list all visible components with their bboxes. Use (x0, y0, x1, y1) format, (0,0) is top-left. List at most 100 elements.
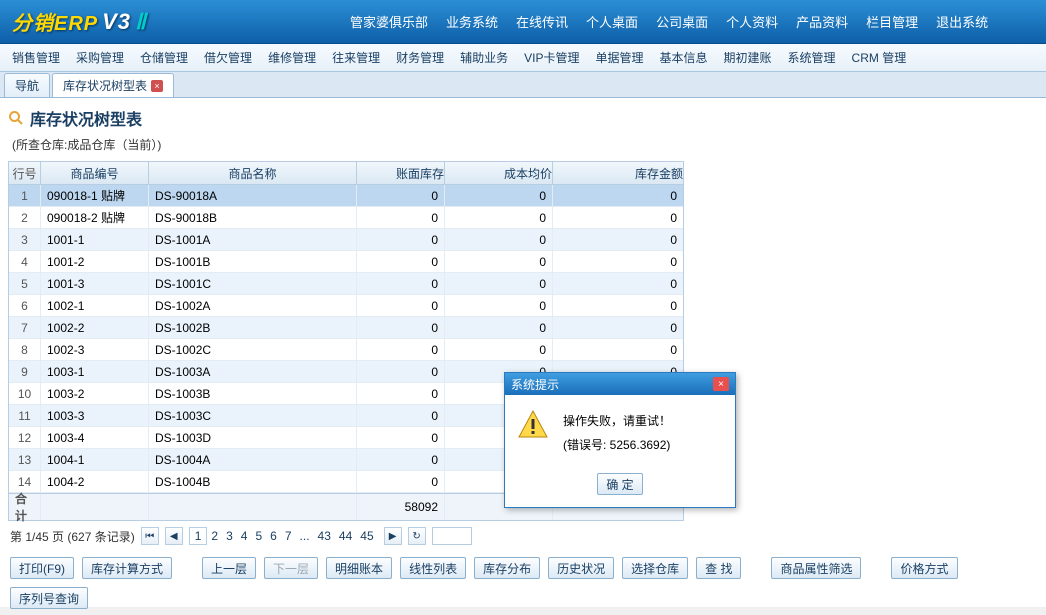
col-qty[interactable]: 账面库存 (357, 162, 445, 184)
table-row[interactable]: 71002-2DS-1002B000 (9, 317, 683, 339)
dialog-titlebar[interactable]: 系统提示 × (505, 373, 735, 395)
topnav-item[interactable]: 管家婆俱乐部 (350, 12, 428, 31)
find-button[interactable]: 查 找 (696, 557, 741, 579)
topnav-item[interactable]: 产品资料 (796, 12, 848, 31)
cell: 1003-1 (41, 361, 149, 382)
pager-refresh[interactable]: ↻ (408, 527, 426, 545)
menu-item[interactable]: 辅助业务 (460, 49, 508, 66)
menu-item[interactable]: 单据管理 (595, 49, 643, 66)
calc-method-button[interactable]: 库存计算方式 (82, 557, 172, 579)
table-row[interactable]: 81002-3DS-1002C000 (9, 339, 683, 361)
price-mode-button[interactable]: 价格方式 (891, 557, 957, 579)
col-name[interactable]: 商品名称 (149, 162, 357, 184)
topnav-item[interactable]: 公司桌面 (656, 12, 708, 31)
menu-item[interactable]: CRM 管理 (852, 49, 907, 66)
cell: 6 (9, 295, 41, 316)
table-row[interactable]: 51001-3DS-1001C000 (9, 273, 683, 295)
cell: 0 (553, 317, 683, 338)
logo-ii: Ⅱ (135, 9, 147, 35)
menu-item[interactable]: 仓储管理 (140, 49, 188, 66)
col-amount[interactable]: 库存金额 (553, 162, 683, 184)
cell: 0 (553, 339, 683, 360)
close-icon[interactable]: × (151, 80, 163, 92)
select-warehouse-button[interactable]: 选择仓库 (622, 557, 688, 579)
tab-nav[interactable]: 导航 (4, 73, 50, 97)
pager-page[interactable]: 7 (281, 529, 296, 543)
content-area: 库存状况树型表 (所查仓库:成品仓库（当前）) 行号 商品编号 商品名称 账面库… (0, 98, 1046, 607)
logo-v3: V3 (102, 9, 131, 35)
cell: 3 (9, 229, 41, 250)
menu-item[interactable]: 基本信息 (659, 49, 707, 66)
pager-page[interactable]: 44 (335, 529, 356, 543)
cell: 13 (9, 449, 41, 470)
cell: DS-1001C (149, 273, 357, 294)
col-code[interactable]: 商品编号 (41, 162, 149, 184)
table-row[interactable]: 41001-2DS-1001B000 (9, 251, 683, 273)
ledger-button[interactable]: 明细账本 (326, 557, 392, 579)
pager-page[interactable]: 5 (251, 529, 266, 543)
menu-item[interactable]: 维修管理 (268, 49, 316, 66)
menu-item[interactable]: 销售管理 (12, 49, 60, 66)
pager-first[interactable]: ⏮ (141, 527, 159, 545)
topnav-item[interactable]: 在线传讯 (516, 12, 568, 31)
menu-item[interactable]: 财务管理 (396, 49, 444, 66)
cell: 8 (9, 339, 41, 360)
page-title: 库存状况树型表 (30, 106, 142, 130)
cell: DS-1003A (149, 361, 357, 382)
serial-query-button[interactable]: 序列号查询 (10, 587, 88, 609)
cell: DS-1002C (149, 339, 357, 360)
pager-page[interactable]: 6 (266, 529, 281, 543)
table-row[interactable]: 31001-1DS-1001A000 (9, 229, 683, 251)
menu-item[interactable]: 往来管理 (332, 49, 380, 66)
col-rownum[interactable]: 行号 (9, 162, 41, 184)
ok-button[interactable]: 确 定 (597, 473, 642, 495)
cell: 1004-2 (41, 471, 149, 492)
pager-prev[interactable]: ◀ (165, 527, 183, 545)
attr-filter-button[interactable]: 商品属性筛选 (771, 557, 861, 579)
topnav-item[interactable]: 个人资料 (726, 12, 778, 31)
topnav-item[interactable]: 退出系统 (936, 12, 988, 31)
cell: 0 (445, 317, 553, 338)
table-row[interactable]: 2090018-2 贴牌DS-90018B000 (9, 207, 683, 229)
cell: DS-1002A (149, 295, 357, 316)
topnav-item[interactable]: 栏目管理 (866, 12, 918, 31)
col-price[interactable]: 成本均价 (445, 162, 553, 184)
menu-item[interactable]: 期初建账 (724, 49, 772, 66)
cell: 0 (357, 383, 445, 404)
app-header: 分销ERP V3 Ⅱ 管家婆俱乐部业务系统在线传讯个人桌面公司桌面个人资料产品资… (0, 0, 1046, 44)
pager-pages: 1234567...434445 (189, 529, 378, 543)
pager-page[interactable]: 3 (222, 529, 237, 543)
history-button[interactable]: 历史状况 (548, 557, 614, 579)
pager-page[interactable]: 4 (237, 529, 252, 543)
topnav-item[interactable]: 个人桌面 (586, 12, 638, 31)
menu-item[interactable]: VIP卡管理 (524, 49, 579, 66)
pager-page[interactable]: 2 (207, 529, 222, 543)
grid-header: 行号 商品编号 商品名称 账面库存 成本均价 库存金额 (9, 162, 683, 185)
cell: 0 (357, 317, 445, 338)
pager-page: ... (296, 529, 314, 543)
cell: 11 (9, 405, 41, 426)
pager-next[interactable]: ▶ (384, 527, 402, 545)
close-icon[interactable]: × (713, 377, 729, 391)
pager-page[interactable]: 1 (189, 527, 208, 545)
pager-page[interactable]: 45 (356, 529, 377, 543)
tab-stock-tree[interactable]: 库存状况树型表 × (52, 73, 174, 97)
menu-item[interactable]: 系统管理 (788, 49, 836, 66)
cell: DS-1003D (149, 427, 357, 448)
menu-item[interactable]: 借欠管理 (204, 49, 252, 66)
cell: 0 (553, 251, 683, 272)
table-row[interactable]: 1090018-1 贴牌DS-90018A000 (9, 185, 683, 207)
distribution-button[interactable]: 库存分布 (474, 557, 540, 579)
cell: 0 (445, 251, 553, 272)
table-row[interactable]: 61002-1DS-1002A000 (9, 295, 683, 317)
cell: 0 (445, 207, 553, 228)
topnav-item[interactable]: 业务系统 (446, 12, 498, 31)
print-button[interactable]: 打印(F9) (10, 557, 74, 579)
pager-goto-input[interactable] (432, 527, 472, 545)
linear-list-button[interactable]: 线性列表 (400, 557, 466, 579)
up-level-button[interactable]: 上一层 (202, 557, 256, 579)
menu-item[interactable]: 采购管理 (76, 49, 124, 66)
cell: 0 (553, 295, 683, 316)
pager-page[interactable]: 43 (314, 529, 335, 543)
cell: 10 (9, 383, 41, 404)
